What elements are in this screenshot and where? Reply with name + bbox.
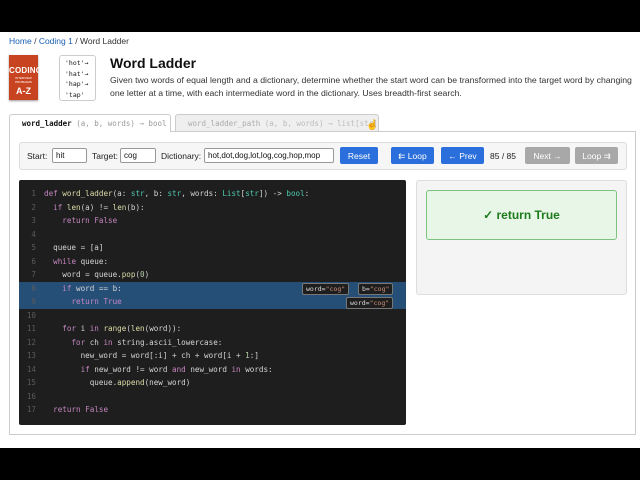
- reset-button[interactable]: Reset: [340, 147, 378, 164]
- code-line: 11 for i in range(len(word)):: [26, 324, 182, 333]
- target-label: Target:: [92, 151, 118, 161]
- tab-word-ladder-path[interactable]: word_ladder_path (a, b, words) → list[st…: [175, 114, 379, 131]
- code-line: 7 word = queue.pop(0): [31, 270, 150, 279]
- example-card: 'hot'→ 'hat'→ 'hap'→ 'tap': [59, 55, 96, 101]
- dictionary-label: Dictionary:: [161, 151, 202, 161]
- code-line: 3 return False: [31, 216, 118, 225]
- example-line: 'hot'→: [65, 59, 89, 67]
- variable-badge: b="cog": [358, 283, 394, 295]
- breadcrumb-current: Word Ladder: [79, 36, 129, 46]
- breadcrumb-sep: /: [34, 36, 37, 46]
- tab-label: word_ladder_path: [188, 119, 261, 128]
- step-counter: 85 / 85: [490, 151, 516, 161]
- book-cover-image: CODING INTERVIEW PROBLEMS A-Z: [9, 55, 43, 100]
- prev-button[interactable]: ← Prev: [441, 147, 484, 164]
- loop-forward-button[interactable]: Loop ⇉: [575, 147, 618, 164]
- code-line: 13 new_word = word[:i] + ch + word[i + 1…: [26, 351, 259, 360]
- variable-badge: word="cog": [302, 283, 350, 295]
- tab-label: word_ladder: [22, 119, 72, 128]
- breadcrumb-sep: /: [75, 36, 78, 46]
- code-line: 15 queue.append(new_word): [26, 378, 191, 387]
- variable-badge: word="cog": [346, 296, 394, 309]
- visualizer-panel: Start: Target: Dictionary: Reset ⇇ Loop …: [9, 131, 636, 435]
- code-line: 4: [31, 229, 36, 239]
- result-box: ✓ return True: [426, 190, 617, 240]
- example-line: 'tap': [65, 90, 85, 99]
- code-line: 1 def word_ladder(a: str, b: str, words: …: [31, 189, 310, 198]
- dictionary-input[interactable]: [204, 148, 334, 163]
- code-line: 2 if len(a) != len(b):: [31, 202, 145, 212]
- code-viewer: 1 def word_ladder(a: str, b: str, words: …: [19, 180, 406, 425]
- tab-word-ladder[interactable]: word_ladder (a, b, words) → bool: [9, 114, 171, 132]
- function-tabs: word_ladder (a, b, words) → bool word_la…: [9, 114, 636, 132]
- next-button[interactable]: Next →: [525, 147, 570, 164]
- hand-cursor-icon: ☝: [366, 120, 379, 131]
- code-line: 6 while queue:: [31, 256, 109, 266]
- page-description: Given two words of equal length and a di…: [110, 75, 632, 98]
- start-label: Start:: [27, 151, 48, 161]
- page-title: Word Ladder: [110, 55, 197, 71]
- breadcrumb-coding[interactable]: Coding 1: [39, 36, 73, 46]
- code-line: 5 queue = [a]: [31, 243, 104, 252]
- loop-back-button[interactable]: ⇇ Loop: [391, 147, 434, 164]
- result-panel: ✓ return True: [416, 180, 627, 295]
- breadcrumb: Home / Coding 1 / Word Ladder: [9, 36, 129, 46]
- tab-signature: (a, b, words) → list[str]: [264, 119, 378, 128]
- code-line: 10: [26, 310, 36, 320]
- target-input[interactable]: [120, 148, 156, 163]
- tab-signature: (a, b, words) → bool: [76, 119, 167, 128]
- example-line: 'hat'→: [65, 69, 89, 78]
- book-title: CODING: [9, 66, 43, 75]
- code-line: 12 for ch in string.ascii_lowercase:: [26, 337, 223, 347]
- breadcrumb-home[interactable]: Home: [9, 36, 32, 46]
- example-line: 'hap'→: [65, 80, 89, 88]
- book-subtitle: INTERVIEW PROBLEMS: [15, 76, 32, 84]
- app-screen: Home / Coding 1 / Word Ladder CODING INT…: [0, 32, 640, 448]
- start-input[interactable]: [52, 148, 87, 163]
- code-line: 14 if new_word != word and new_word in w…: [26, 364, 273, 374]
- code-line: 17 return False: [26, 405, 109, 414]
- code-line: 16: [26, 391, 36, 401]
- controls-bar: Start: Target: Dictionary: Reset ⇇ Loop …: [19, 142, 627, 170]
- book-series: A-Z: [16, 86, 31, 96]
